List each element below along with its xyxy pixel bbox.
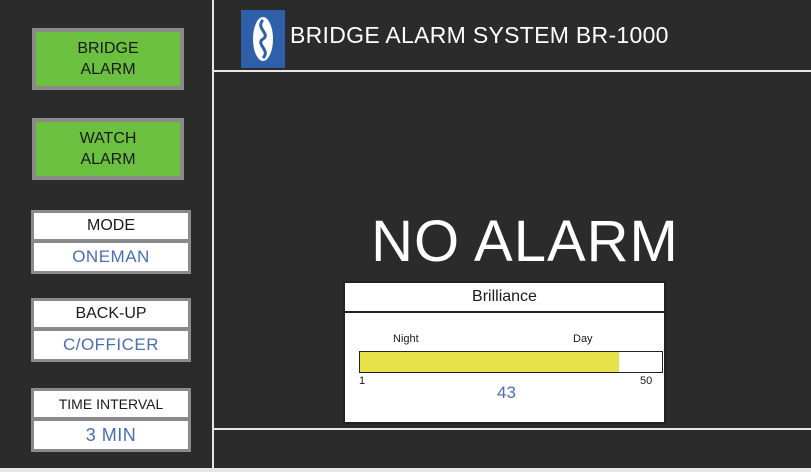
alarm-status-text: NO ALARM <box>371 209 679 274</box>
footer-divider <box>214 428 811 430</box>
watch-alarm-button[interactable]: WATCH ALARM <box>32 118 184 180</box>
backup-box: BACK-UP C/OFFICER <box>31 298 191 362</box>
mode-value[interactable]: ONEMAN <box>34 243 188 271</box>
brilliance-slider-fill <box>360 352 619 372</box>
brilliance-slider[interactable] <box>359 351 663 373</box>
time-interval-box: TIME INTERVAL 3 MIN <box>31 388 191 452</box>
backup-label: BACK-UP <box>75 305 147 322</box>
time-interval-label: TIME INTERVAL <box>58 396 164 412</box>
header-divider <box>214 70 811 72</box>
backup-value[interactable]: C/OFFICER <box>34 331 188 359</box>
night-label: Night <box>393 333 419 345</box>
bridge-alarm-button[interactable]: BRIDGE ALARM <box>32 28 184 90</box>
propeller-logo-icon <box>241 10 285 68</box>
app-title: BRIDGE ALARM SYSTEM BR-1000 <box>290 22 669 48</box>
mode-box: MODE ONEMAN <box>31 210 191 274</box>
brilliance-value: 43 <box>497 383 516 402</box>
time-interval-value[interactable]: 3 MIN <box>34 421 188 449</box>
day-label: Day <box>573 333 593 345</box>
brilliance-panel: Night Day 1 50 43 <box>343 313 666 424</box>
brilliance-title: Brilliance <box>343 281 666 313</box>
main-panel: BRIDGE ALARM WATCH ALARM MODE ONEMAN BAC… <box>0 0 811 472</box>
mode-label: MODE <box>87 217 135 234</box>
bottom-edge <box>0 468 811 472</box>
